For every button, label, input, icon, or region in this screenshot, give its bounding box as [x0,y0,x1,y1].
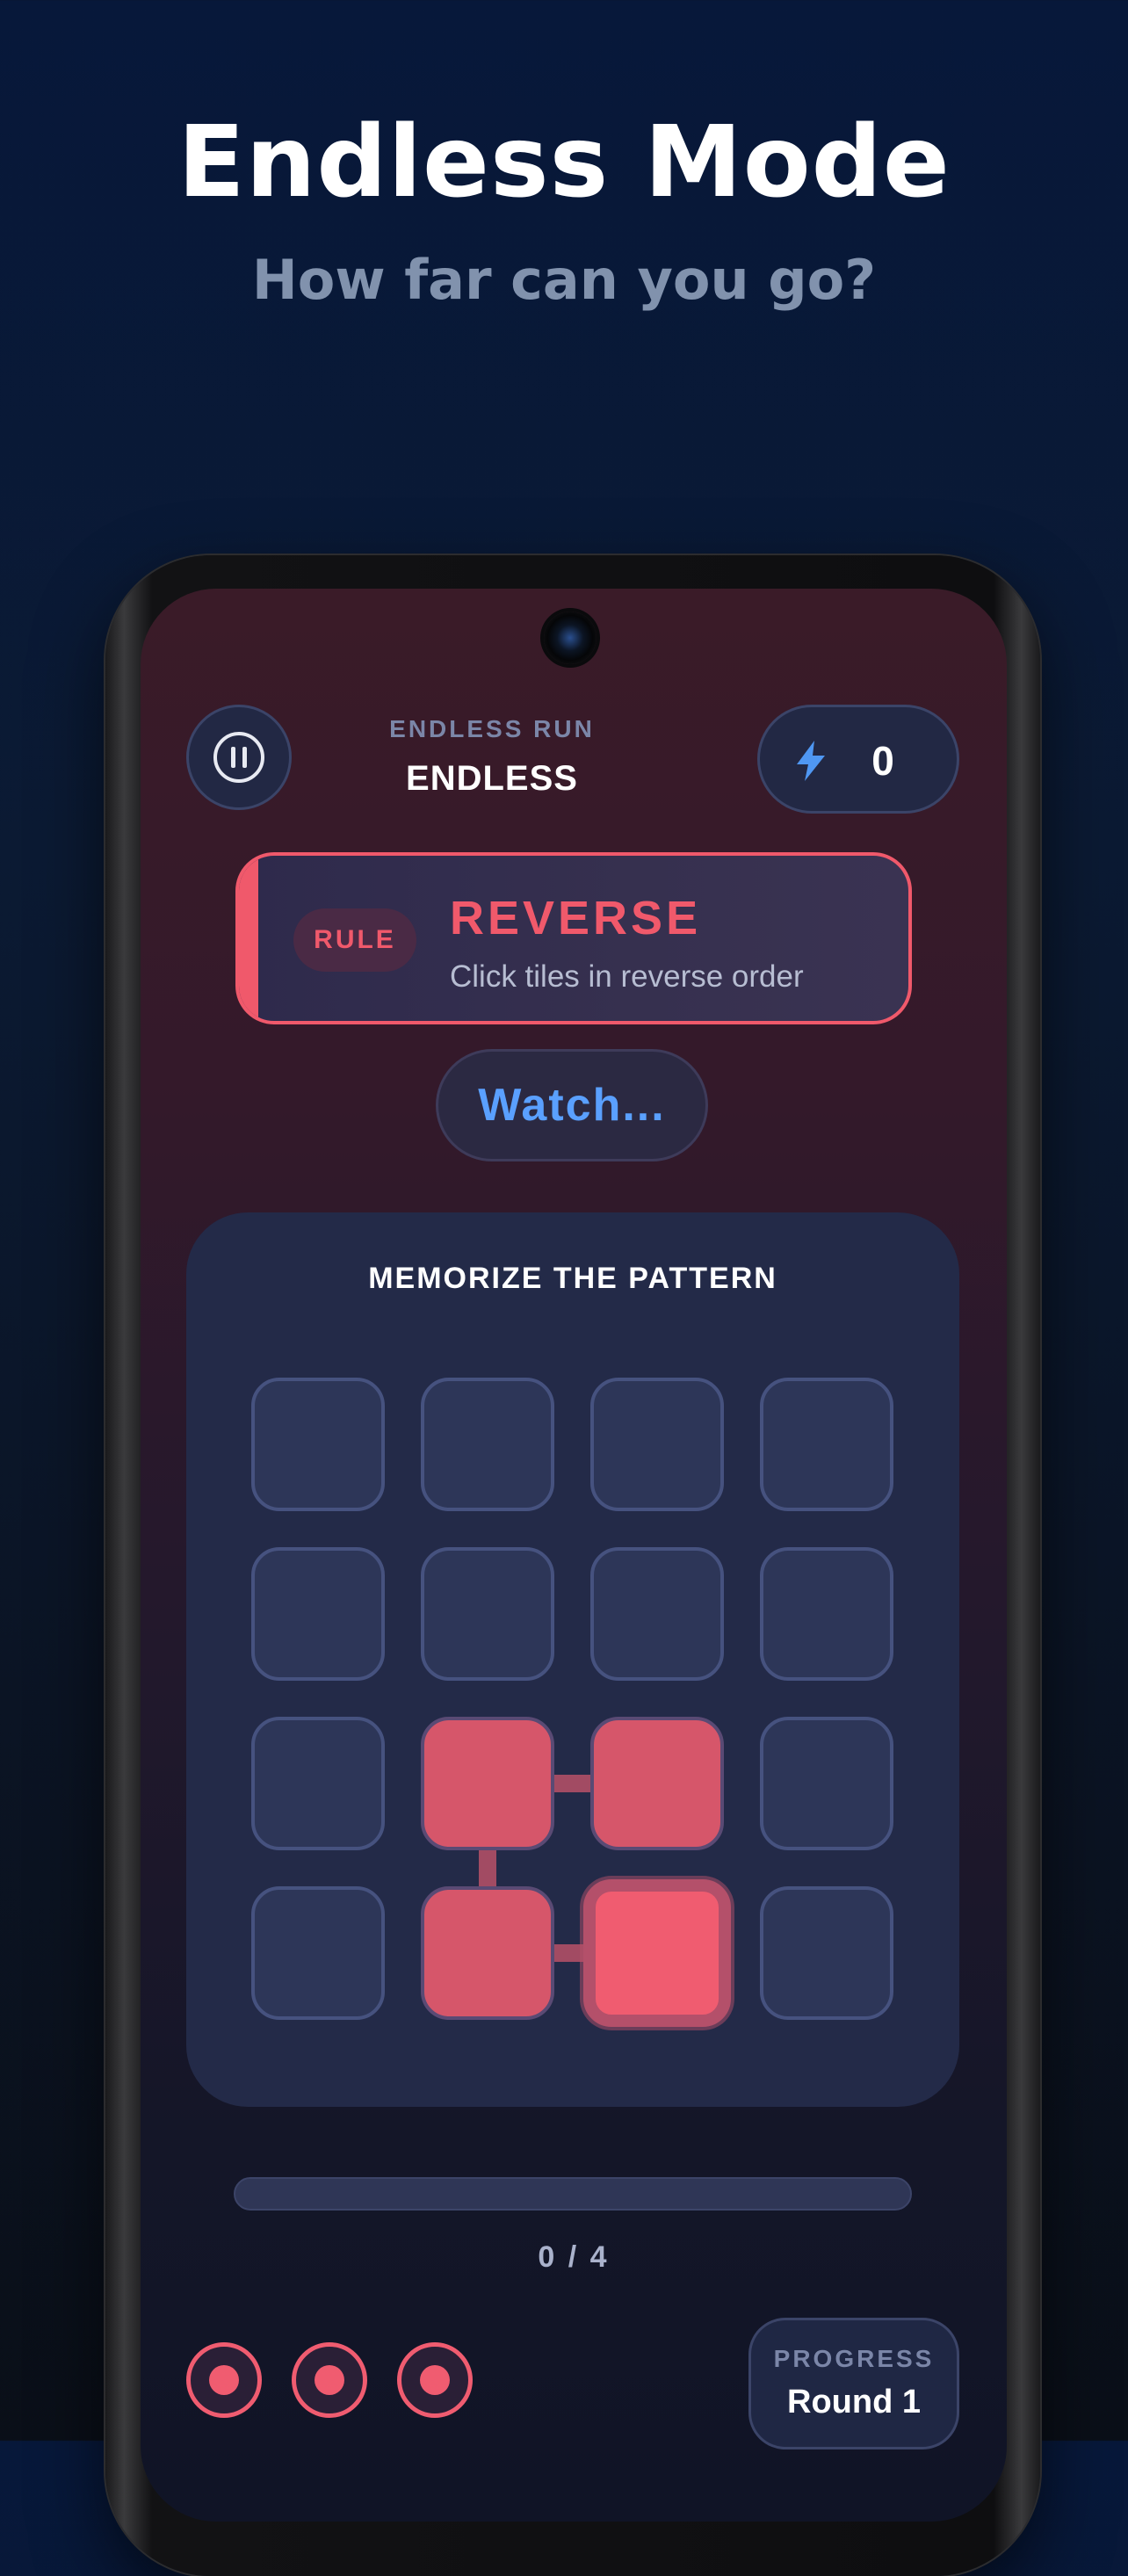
round-card: PROGRESS Round 1 [748,2318,959,2449]
score-value: 0 [871,738,894,784]
grid-tile[interactable] [590,1547,724,1681]
pattern-connector [479,1847,496,1890]
grid-tile[interactable] [251,1547,385,1681]
rule-title: REVERSE [450,892,702,944]
grid-tile[interactable] [760,1378,893,1511]
grid-tile[interactable] [590,1717,724,1850]
pause-button[interactable] [186,705,292,810]
grid-tile[interactable] [590,1378,724,1511]
rule-accent-bar [239,856,258,1021]
grid-tile[interactable] [251,1886,385,2020]
grid-tile[interactable] [760,1717,893,1850]
grid-tile[interactable] [251,1717,385,1850]
progress-count: 0 / 4 [538,2240,610,2274]
grid-tile[interactable] [421,1547,554,1681]
promo-subheadline: How far can you go? [251,248,877,312]
grid-tile[interactable] [760,1547,893,1681]
lightning-bolt-icon [797,741,825,781]
grid-tile[interactable] [583,1879,731,2027]
run-name: ENDLESS [406,759,578,798]
rule-badge: RULE [293,908,416,972]
pause-icon [213,732,264,783]
phone-screen: ENDLESS RUN ENDLESS 0 RULE REVERSE Click… [141,589,1007,2522]
status-pill: Watch... [436,1049,708,1161]
round-value: Round 1 [787,2384,921,2420]
grid-tile[interactable] [421,1717,554,1850]
score-pill: 0 [757,705,959,814]
life-indicator [292,2342,367,2418]
round-label: PROGRESS [773,2345,935,2372]
board-instruction: MEMORIZE THE PATTERN [368,1262,777,1295]
pattern-connector [551,1775,594,1792]
rule-card: RULE REVERSE Click tiles in reverse orde… [235,852,912,1024]
grid-tile[interactable] [760,1886,893,2020]
life-indicator [397,2342,473,2418]
grid-tile[interactable] [421,1378,554,1511]
life-indicator [186,2342,262,2418]
rule-description: Click tiles in reverse order [450,959,804,994]
promo-headline: Endless Mode [177,105,951,220]
progress-bar [234,2177,912,2211]
grid-tile[interactable] [421,1886,554,2020]
front-camera [544,611,597,664]
tile-grid [251,1378,894,2027]
grid-tile[interactable] [251,1378,385,1511]
game-board: MEMORIZE THE PATTERN [186,1212,959,2107]
run-type-label: ENDLESS RUN [389,715,595,742]
